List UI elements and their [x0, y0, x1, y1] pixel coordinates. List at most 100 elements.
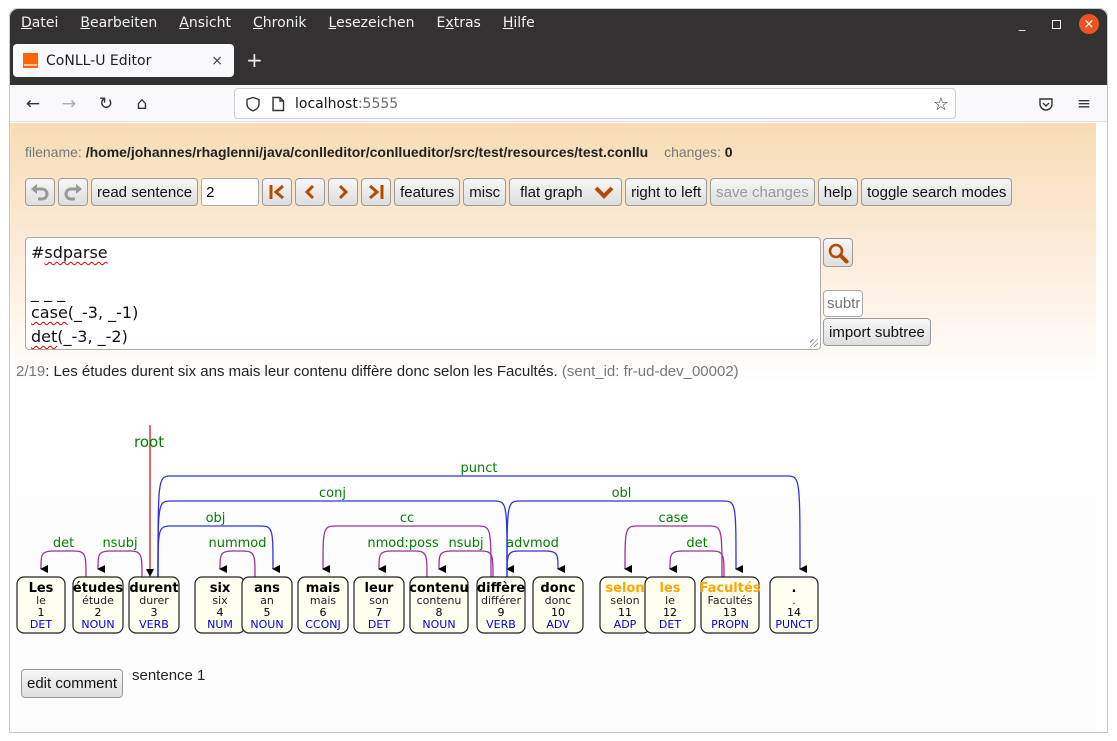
deprel-label: obl	[612, 486, 632, 501]
tab-conllu-editor[interactable]: CoNLL-U Editor ×	[13, 44, 234, 77]
home-button[interactable]: ⌂	[129, 91, 155, 117]
maximize-icon	[1051, 19, 1061, 29]
next-sentence-button[interactable]	[328, 178, 359, 206]
token-node[interactable]: durentdurer3VERB	[128, 576, 180, 634]
token-node[interactable]: FacultésFacultés13PROPN	[699, 576, 761, 634]
menu-chronik[interactable]: Chronik	[242, 12, 318, 34]
hamburger-menu-icon: ≡	[1076, 94, 1092, 114]
page-icon[interactable]	[271, 96, 285, 112]
filename-value: /home/johannes/rhaglenni/java/conlledito…	[85, 144, 649, 160]
minimize-button[interactable]: _	[1012, 14, 1032, 34]
close-window-button[interactable]: ×	[1079, 14, 1099, 34]
toolbar: read sentence features misc flat graph r…	[25, 178, 1013, 206]
reload-button[interactable]: ↻	[93, 91, 119, 117]
subtree-input[interactable]	[823, 290, 863, 317]
token-node[interactable]: étudesétude2NOUN	[72, 576, 124, 634]
token-node[interactable]: maismais6CCONJ	[297, 576, 349, 634]
arc-det	[40, 550, 87, 578]
read-sentence-button[interactable]: read sentence	[91, 178, 199, 206]
token-node[interactable]: sixsix4NUM	[194, 576, 246, 634]
undo-button[interactable]	[25, 178, 55, 206]
close-tab-icon[interactable]: ×	[211, 53, 223, 69]
token-upos: ADV	[546, 618, 570, 631]
misc-button[interactable]: misc	[463, 178, 507, 206]
forward-arrow-icon: →	[61, 94, 77, 114]
search-line: _ _ _	[31, 283, 66, 302]
dependency-graph: det nsubj nummod obj cc nmod:poss nsubj conj adv…	[16, 425, 819, 634]
new-tab-button[interactable]: +	[246, 49, 263, 71]
url-bar[interactable]: localhost:5555 ☆	[234, 88, 956, 119]
sentence-line: 2/19: Les études durent six ans mais leu…	[16, 363, 739, 380]
sentence-number-input[interactable]	[201, 178, 260, 206]
tab-title: CoNLL-U Editor	[46, 52, 152, 69]
token-node[interactable]: contenucontenu8NOUN	[409, 576, 469, 634]
deprel-label: obj	[206, 511, 226, 526]
menu-datei[interactable]: Datei	[10, 12, 69, 34]
save-changes-button[interactable]: save changes	[710, 178, 815, 206]
token-node[interactable]: Lesle1DET	[16, 576, 66, 634]
bookmark-star-icon[interactable]: ☆	[933, 94, 949, 115]
redo-button[interactable]	[58, 178, 88, 206]
pocket-icon[interactable]	[1038, 96, 1054, 112]
deprel-label: case	[659, 511, 689, 526]
menu-extras[interactable]: Extras	[426, 12, 492, 34]
right-to-left-button[interactable]: right to left	[625, 178, 708, 206]
navigation-bar: ← → ↻ ⌂ localhost:5555 ☆ ≡	[10, 85, 1107, 122]
token-upos: NOUN	[422, 618, 455, 631]
search-query-text[interactable]: #sdparse _ _ _ case(_-3, _-1) det(_-3, _-2)	[31, 241, 138, 349]
graph-mode-select[interactable]: flat graph	[509, 178, 623, 206]
menu-ansicht[interactable]: Ansicht	[168, 12, 242, 34]
token-upos: DET	[368, 618, 390, 631]
search-button[interactable]	[823, 238, 853, 267]
shield-icon[interactable]	[245, 96, 261, 112]
features-button[interactable]: features	[394, 178, 461, 206]
resize-handle[interactable]	[810, 339, 818, 347]
app-menu-button[interactable]: ≡	[1071, 91, 1097, 117]
token-node[interactable]: selonselon11ADP	[599, 576, 651, 634]
token-upos: VERB	[139, 618, 169, 631]
token-node[interactable]: diffèredifférer9VERB	[476, 576, 526, 634]
deprel-label: cc	[400, 511, 414, 526]
help-button[interactable]: help	[817, 178, 859, 206]
close-icon: ×	[1083, 16, 1095, 32]
token-node[interactable]: ansan5NOUN	[241, 576, 293, 634]
filename-label: filename:	[25, 144, 82, 160]
edit-comment-button[interactable]: edit comment	[21, 669, 124, 698]
search-line: #sdparse	[31, 243, 108, 262]
sentence-colon: :	[45, 363, 54, 380]
last-sentence-button[interactable]	[361, 178, 392, 206]
token-upos: VERB	[486, 618, 516, 631]
token-node[interactable]: leurson7DET	[353, 576, 405, 634]
back-button[interactable]: ←	[20, 91, 46, 117]
filename-line: filename: /home/johannes/rhaglenni/java/…	[25, 144, 733, 160]
search-textarea[interactable]: #sdparse _ _ _ case(_-3, _-1) det(_-3, _-2)	[25, 237, 821, 350]
menu-lesezeichen[interactable]: Lesezeichen	[318, 12, 426, 34]
back-arrow-icon: ←	[25, 94, 41, 114]
root-label: root	[134, 433, 164, 451]
first-sentence-button[interactable]	[262, 178, 293, 206]
import-subtree-button[interactable]: import subtree	[823, 318, 931, 346]
token-upos: CCONJ	[305, 618, 341, 631]
page-margin	[1096, 123, 1107, 732]
maximize-button[interactable]	[1046, 14, 1066, 34]
menu-bearbeiten[interactable]: Bearbeiten	[69, 12, 168, 34]
menu-hilfe[interactable]: Hilfe	[492, 12, 546, 34]
minimize-icon: _	[1018, 16, 1026, 32]
search-icon	[828, 243, 849, 263]
reload-icon: ↻	[98, 94, 114, 114]
menu-bar: Datei Bearbeiten Ansicht Chronik Lesezeichen…	[10, 12, 546, 34]
token-upos: NUM	[207, 618, 233, 631]
arc-obj	[157, 525, 281, 578]
favicon-icon	[23, 53, 38, 68]
previous-sentence-button[interactable]	[295, 178, 326, 206]
token-node[interactable]: ..14PUNCT	[769, 576, 819, 634]
toggle-search-modes-button[interactable]: toggle search modes	[861, 178, 1013, 206]
arc-nummod	[219, 550, 256, 578]
forward-button[interactable]: →	[56, 91, 82, 117]
arc-nmod-poss	[378, 550, 428, 578]
arc-advmod	[506, 550, 566, 578]
token-node[interactable]: doncdonc10ADV	[532, 576, 584, 634]
deprel-label: det	[686, 536, 707, 551]
deprel-label: nummod	[208, 536, 266, 551]
token-node[interactable]: lesle12DET	[644, 576, 696, 634]
